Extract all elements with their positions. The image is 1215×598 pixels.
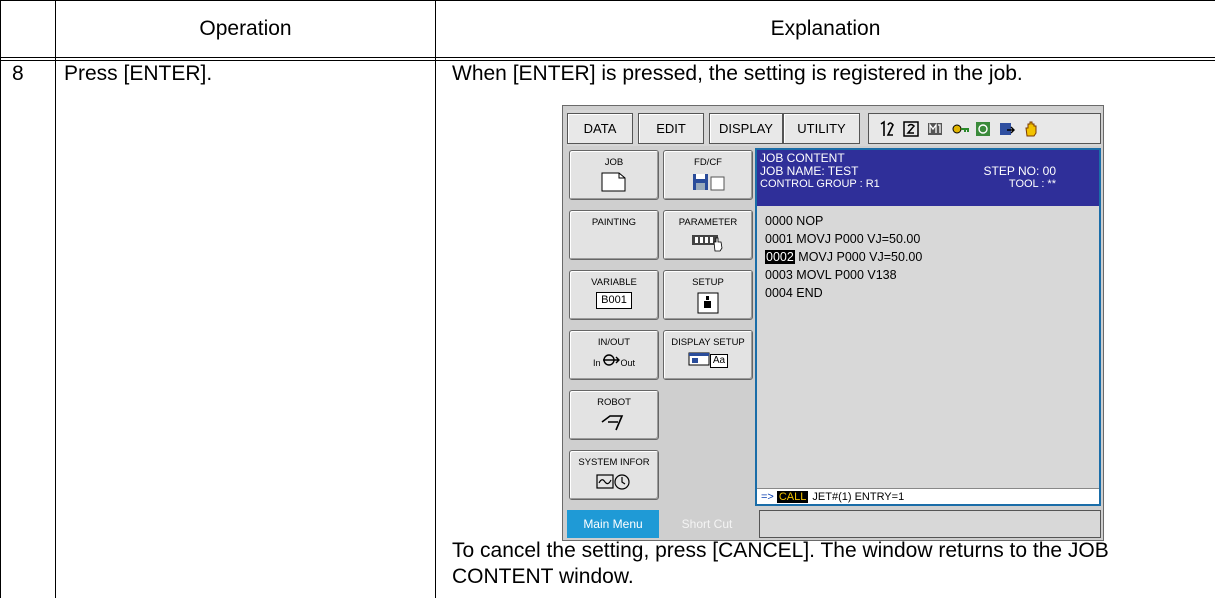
- display-setup-icon-text: Aa: [709, 354, 729, 368]
- col-border-left: [0, 0, 1, 598]
- job-content-area: JOB CONTENT JOB NAME: TEST STEP NO: 00 C…: [757, 150, 1099, 504]
- col-border-1: [55, 0, 56, 598]
- system-info-icon: [596, 472, 632, 492]
- menu-job-label: JOB: [604, 157, 624, 168]
- menu-fdcf-label: FD/CF: [694, 157, 722, 168]
- explanation-bottom: To cancel the setting, press [CANCEL]. T…: [452, 539, 1109, 588]
- hand-icon: [1023, 120, 1039, 138]
- main-menu-panel: JOB PAINTING VARIABLE B001 IN/OUT In Out: [567, 148, 753, 506]
- job-line[interactable]: 0001 MOVJ P000 VJ=50.00: [765, 230, 922, 248]
- display-setup-icon: Aa: [688, 352, 729, 368]
- inout-in-text: In: [592, 358, 601, 368]
- pendant-screen: DATA EDIT DISPLAY UTILITY JOB PAINTING V…: [562, 105, 1104, 541]
- job-name: JOB NAME: TEST: [760, 164, 859, 178]
- inout-out-text: Out: [620, 358, 636, 368]
- menu-setup-button[interactable]: SETUP: [663, 270, 753, 320]
- menu-robot-button[interactable]: ROBOT: [569, 390, 659, 440]
- job-lines: 0000 NOP 0001 MOVJ P000 VJ=50.00 0002 MO…: [765, 212, 922, 302]
- menu-parameter-button[interactable]: PARAMETER: [663, 210, 753, 260]
- bottom-bar: Main Menu Short Cut: [567, 510, 1101, 538]
- menu-setup-label: SETUP: [692, 277, 724, 288]
- job-content-header: JOB CONTENT JOB NAME: TEST STEP NO: 00 C…: [757, 150, 1099, 206]
- line-number: 0003: [765, 268, 793, 282]
- top-menu-bar: DATA EDIT DISPLAY UTILITY: [567, 110, 1101, 146]
- line-number: 0004: [765, 286, 793, 300]
- tab-display[interactable]: DISPLAY: [709, 113, 783, 144]
- cmd-args: JET#(1) ENTRY=1: [812, 490, 905, 503]
- program-icon: [879, 120, 895, 138]
- col-border-2: [435, 0, 436, 598]
- setup-icon: [696, 292, 720, 314]
- job-content-frame: JOB CONTENT JOB NAME: TEST STEP NO: 00 C…: [755, 148, 1101, 506]
- cmd-arrow: =>: [761, 490, 774, 503]
- tab-data[interactable]: DATA: [567, 113, 633, 144]
- menu-inout-label: IN/OUT: [597, 337, 631, 348]
- tab-utility[interactable]: UTILITY: [783, 113, 860, 144]
- row-number: 8: [12, 62, 24, 85]
- menu-parameter-label: PARAMETER: [678, 217, 738, 228]
- line-instruction: NOP: [796, 214, 824, 228]
- security-icon: [951, 120, 969, 138]
- message-area: [759, 510, 1101, 538]
- header-operation: Operation: [199, 17, 292, 40]
- job-line[interactable]: 0004 END: [765, 284, 922, 302]
- input-buffer-line[interactable]: => CALL JET#(1) ENTRY=1: [757, 488, 1099, 504]
- menu-display-setup-label: DISPLAY SETUP: [671, 337, 745, 348]
- menu-robot-label: ROBOT: [597, 397, 631, 408]
- line-instruction: END: [796, 286, 823, 300]
- robot-icon: [600, 412, 628, 432]
- menu-display-setup-button[interactable]: DISPLAY SETUP Aa: [663, 330, 753, 380]
- job-line[interactable]: 0000 NOP: [765, 212, 922, 230]
- job-line[interactable]: 0003 MOVL P000 V138: [765, 266, 922, 284]
- variable-icon: B001: [596, 292, 632, 309]
- fdcf-icon: [690, 172, 726, 192]
- tab-edit[interactable]: EDIT: [638, 113, 704, 144]
- step-icon: [903, 120, 919, 138]
- tool: TOOL : **: [1008, 178, 1056, 190]
- menu-system-info-button[interactable]: SYSTEM INFOR: [569, 450, 659, 500]
- parameter-icon: [691, 232, 725, 252]
- menu-painting-button[interactable]: PAINTING: [569, 210, 659, 260]
- menu-job-button[interactable]: JOB: [569, 150, 659, 200]
- line-number-cursor: 0002: [765, 250, 795, 264]
- short-cut-tab[interactable]: Short Cut: [659, 510, 755, 538]
- inout-icon: In Out: [593, 352, 635, 368]
- line-instruction: MOVJ P000 VJ=50.00: [798, 250, 923, 264]
- line-instruction: MOVL P000 V138: [796, 268, 897, 282]
- job-icon: [599, 172, 629, 192]
- main-menu-tab[interactable]: Main Menu: [567, 510, 659, 538]
- operation-text: Press [ENTER].: [64, 62, 213, 85]
- line-number: 0001: [765, 232, 793, 246]
- variable-icon-text: B001: [601, 294, 627, 306]
- job-line-selected[interactable]: 0002 MOVJ P000 VJ=50.00: [765, 248, 922, 266]
- mode-icon: [927, 120, 943, 138]
- control-group: CONTROL GROUP : R1: [760, 178, 880, 190]
- menu-inout-button[interactable]: IN/OUT In Out: [569, 330, 659, 380]
- transfer-icon: [999, 120, 1015, 138]
- menu-painting-label: PAINTING: [591, 217, 637, 228]
- menu-fdcf-button[interactable]: FD/CF: [663, 150, 753, 200]
- step-no: STEP NO: 00: [983, 164, 1056, 178]
- explanation-top: When [ENTER] is pressed, the setting is …: [452, 62, 1023, 85]
- cycle-icon: [975, 120, 991, 138]
- menu-variable-button[interactable]: VARIABLE B001: [569, 270, 659, 320]
- header-explanation: Explanation: [770, 17, 881, 40]
- line-number: 0000: [765, 214, 793, 228]
- header-rule-double: [0, 60, 1215, 61]
- status-area: [868, 113, 1101, 144]
- line-instruction: MOVJ P000 VJ=50.00: [796, 232, 921, 246]
- cmd-instruction: CALL: [776, 490, 809, 503]
- menu-system-info-label: SYSTEM INFOR: [578, 457, 650, 468]
- menu-variable-label: VARIABLE: [591, 277, 637, 288]
